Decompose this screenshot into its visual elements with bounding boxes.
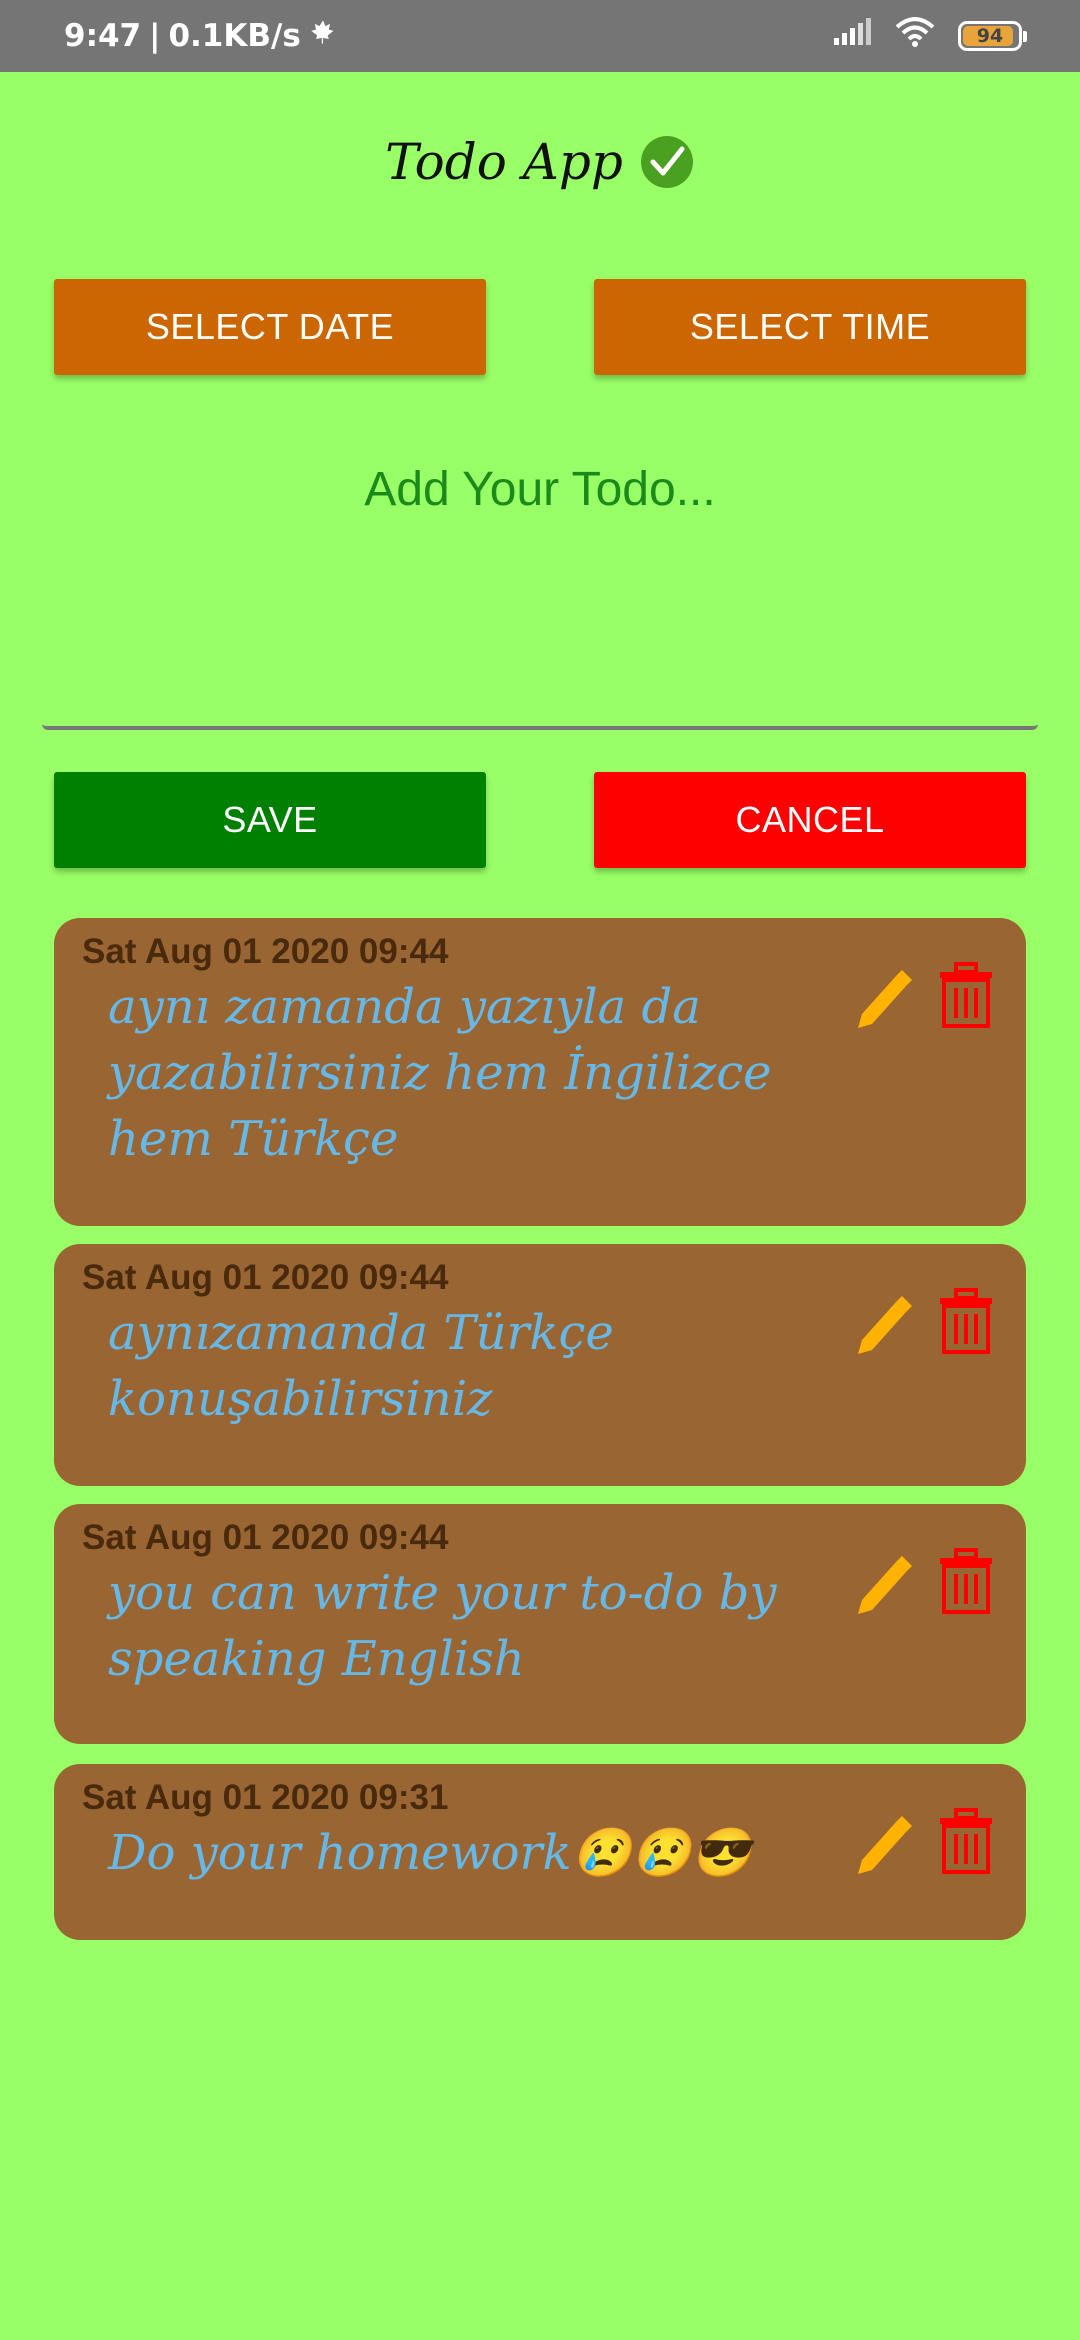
battery-level: 94: [976, 25, 1004, 47]
todo-card: Sat Aug 01 2020 09:44 you can write your…: [54, 1504, 1026, 1744]
todo-text: aynı zamanda yazıyla da yazabilirsiniz h…: [108, 979, 772, 1167]
cancel-button[interactable]: CANCEL: [594, 772, 1026, 868]
select-time-button[interactable]: SELECT TIME: [594, 279, 1026, 375]
todo-card: Sat Aug 01 2020 09:44 aynı zamanda yazıy…: [54, 918, 1026, 1226]
trash-icon[interactable]: [934, 962, 998, 1030]
todo-date: Sat Aug 01 2020 09:31: [82, 1778, 449, 1817]
todo-date: Sat Aug 01 2020 09:44: [82, 1258, 449, 1297]
todo-text: Do your homework😢😢😎: [108, 1825, 751, 1881]
edit-icon[interactable]: [852, 1288, 916, 1356]
signal-icon: [832, 18, 872, 54]
battery-icon: 94: [958, 21, 1027, 51]
app-header: Todo App: [0, 122, 1080, 202]
todo-date: Sat Aug 01 2020 09:44: [82, 932, 449, 971]
todo-input[interactable]: Add Your Todo...: [42, 463, 1038, 730]
todo-input-placeholder: Add Your Todo...: [364, 462, 716, 516]
status-speed: 0.1KB/s: [168, 18, 301, 54]
todo-text: you can write your to-do by speaking Eng…: [108, 1565, 777, 1687]
trash-icon[interactable]: [934, 1808, 998, 1876]
status-time: 9:47: [64, 18, 142, 54]
status-bar: 9:47 | 0.1KB/s 94: [0, 0, 1080, 72]
page-title: Todo App: [385, 133, 623, 191]
save-button[interactable]: SAVE: [54, 772, 486, 868]
status-separator: |: [149, 18, 161, 54]
todo-card: Sat Aug 01 2020 09:44 aynızamanda Türkçe…: [54, 1244, 1026, 1486]
trash-icon[interactable]: [934, 1548, 998, 1616]
trash-icon[interactable]: [934, 1288, 998, 1356]
leaf-icon: [309, 18, 337, 54]
status-right: 94: [832, 17, 1027, 55]
todo-card: Sat Aug 01 2020 09:31 Do your homework😢😢…: [54, 1764, 1026, 1940]
check-icon: [639, 134, 695, 190]
wifi-icon: [894, 17, 936, 55]
edit-icon[interactable]: [852, 1808, 916, 1876]
edit-icon[interactable]: [852, 962, 916, 1030]
todo-text: aynızamanda Türkçe konuşabilirsiniz: [108, 1305, 614, 1427]
status-left: 9:47 | 0.1KB/s: [64, 18, 337, 54]
todo-date: Sat Aug 01 2020 09:44: [82, 1518, 449, 1557]
select-date-button[interactable]: SELECT DATE: [54, 279, 486, 375]
edit-icon[interactable]: [852, 1548, 916, 1616]
